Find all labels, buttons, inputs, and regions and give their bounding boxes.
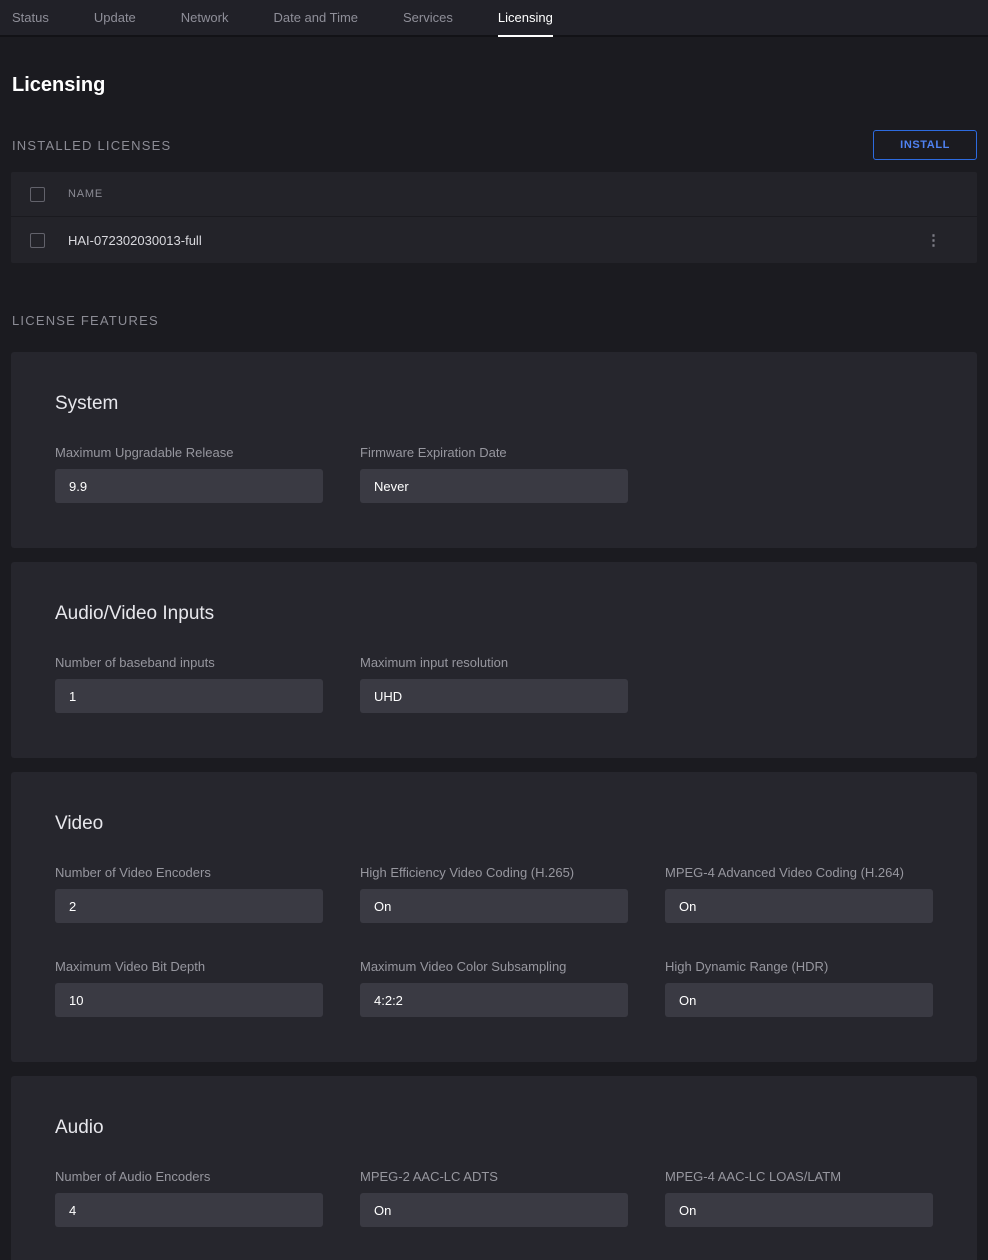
- field-label: MPEG-4 Advanced Video Coding (H.264): [665, 865, 933, 881]
- field-label: Maximum input resolution: [360, 655, 628, 671]
- field-value: UHD: [360, 679, 628, 713]
- license-features-header: LICENSE FEATURES: [11, 307, 977, 334]
- field-number-of-baseband-inputs: Number of baseband inputs 1: [55, 655, 323, 713]
- tab-status[interactable]: Status: [12, 0, 49, 35]
- field-high-dynamic-range: High Dynamic Range (HDR) On: [665, 959, 933, 1017]
- installed-licenses-table: NAME HAI-072302030013-full ⋮: [11, 172, 977, 263]
- card-title: Audio/Video Inputs: [55, 602, 933, 625]
- field-value: 4:2:2: [360, 983, 628, 1017]
- field-label: Number of baseband inputs: [55, 655, 323, 671]
- table-row: HAI-072302030013-full ⋮: [11, 217, 977, 263]
- select-all-checkbox[interactable]: [30, 187, 45, 202]
- field-value: On: [665, 889, 933, 923]
- license-features-title: LICENSE FEATURES: [12, 313, 159, 328]
- field-value: On: [360, 1193, 628, 1227]
- field-maximum-video-bit-depth: Maximum Video Bit Depth 10: [55, 959, 323, 1017]
- field-label: High Efficiency Video Coding (H.265): [360, 865, 628, 881]
- field-value: 9.9: [55, 469, 323, 503]
- field-value: On: [665, 1193, 933, 1227]
- row-checkbox[interactable]: [30, 233, 45, 248]
- license-feature-cards: System Maximum Upgradable Release 9.9 Fi…: [11, 352, 977, 1260]
- field-label: Number of Video Encoders: [55, 865, 323, 881]
- field-label: Number of Audio Encoders: [55, 1169, 323, 1185]
- card-title: Video: [55, 812, 933, 835]
- card-audio-video-inputs: Audio/Video Inputs Number of baseband in…: [11, 562, 977, 758]
- field-value: 10: [55, 983, 323, 1017]
- field-value: 2: [55, 889, 323, 923]
- field-hevc-h265: High Efficiency Video Coding (H.265) On: [360, 865, 628, 923]
- field-label: MPEG-4 AAC-LC LOAS/LATM: [665, 1169, 933, 1185]
- licensing-page: Licensing INSTALLED LICENSES INSTALL NAM…: [0, 73, 988, 1260]
- field-firmware-expiration-date: Firmware Expiration Date Never: [360, 445, 628, 503]
- field-mpeg4-aac-lc-loas-latm: MPEG-4 AAC-LC LOAS/LATM On: [665, 1169, 933, 1227]
- field-label: Firmware Expiration Date: [360, 445, 628, 461]
- card-audio: Audio Number of Audio Encoders 4 MPEG-2 …: [11, 1076, 977, 1260]
- installed-licenses-title: INSTALLED LICENSES: [12, 138, 171, 153]
- field-value: Never: [360, 469, 628, 503]
- card-video: Video Number of Video Encoders 2 High Ef…: [11, 772, 977, 1062]
- page-title: Licensing: [12, 73, 977, 97]
- tab-network[interactable]: Network: [181, 0, 229, 35]
- field-value: On: [360, 889, 628, 923]
- field-maximum-video-color-subsampling: Maximum Video Color Subsampling 4:2:2: [360, 959, 628, 1017]
- install-button[interactable]: INSTALL: [873, 130, 977, 160]
- field-value: 4: [55, 1193, 323, 1227]
- field-value: On: [665, 983, 933, 1017]
- field-label: Maximum Upgradable Release: [55, 445, 323, 461]
- field-mpeg4-avc-h264: MPEG-4 Advanced Video Coding (H.264) On: [665, 865, 933, 923]
- field-mpeg2-aac-lc-adts: MPEG-2 AAC-LC ADTS On: [360, 1169, 628, 1227]
- card-system: System Maximum Upgradable Release 9.9 Fi…: [11, 352, 977, 548]
- field-value: 1: [55, 679, 323, 713]
- settings-tabbar: Status Update Network Date and Time Serv…: [0, 0, 988, 37]
- tab-services[interactable]: Services: [403, 0, 453, 35]
- card-title: System: [55, 392, 933, 415]
- installed-licenses-header: INSTALLED LICENSES INSTALL: [11, 130, 977, 160]
- field-maximum-input-resolution: Maximum input resolution UHD: [360, 655, 628, 713]
- field-label: Maximum Video Bit Depth: [55, 959, 323, 975]
- field-number-of-audio-encoders: Number of Audio Encoders 4: [55, 1169, 323, 1227]
- license-name: HAI-072302030013-full: [68, 233, 920, 248]
- table-header-row: NAME: [11, 172, 977, 217]
- tab-date-and-time[interactable]: Date and Time: [273, 0, 358, 35]
- tab-licensing[interactable]: Licensing: [498, 0, 553, 35]
- field-maximum-upgradable-release: Maximum Upgradable Release 9.9: [55, 445, 323, 503]
- field-number-of-video-encoders: Number of Video Encoders 2: [55, 865, 323, 923]
- field-label: High Dynamic Range (HDR): [665, 959, 933, 975]
- tab-update[interactable]: Update: [94, 0, 136, 35]
- field-label: MPEG-2 AAC-LC ADTS: [360, 1169, 628, 1185]
- field-label: Maximum Video Color Subsampling: [360, 959, 628, 975]
- name-column-header: NAME: [68, 188, 103, 200]
- card-title: Audio: [55, 1116, 933, 1139]
- kebab-menu-icon[interactable]: ⋮: [920, 229, 947, 252]
